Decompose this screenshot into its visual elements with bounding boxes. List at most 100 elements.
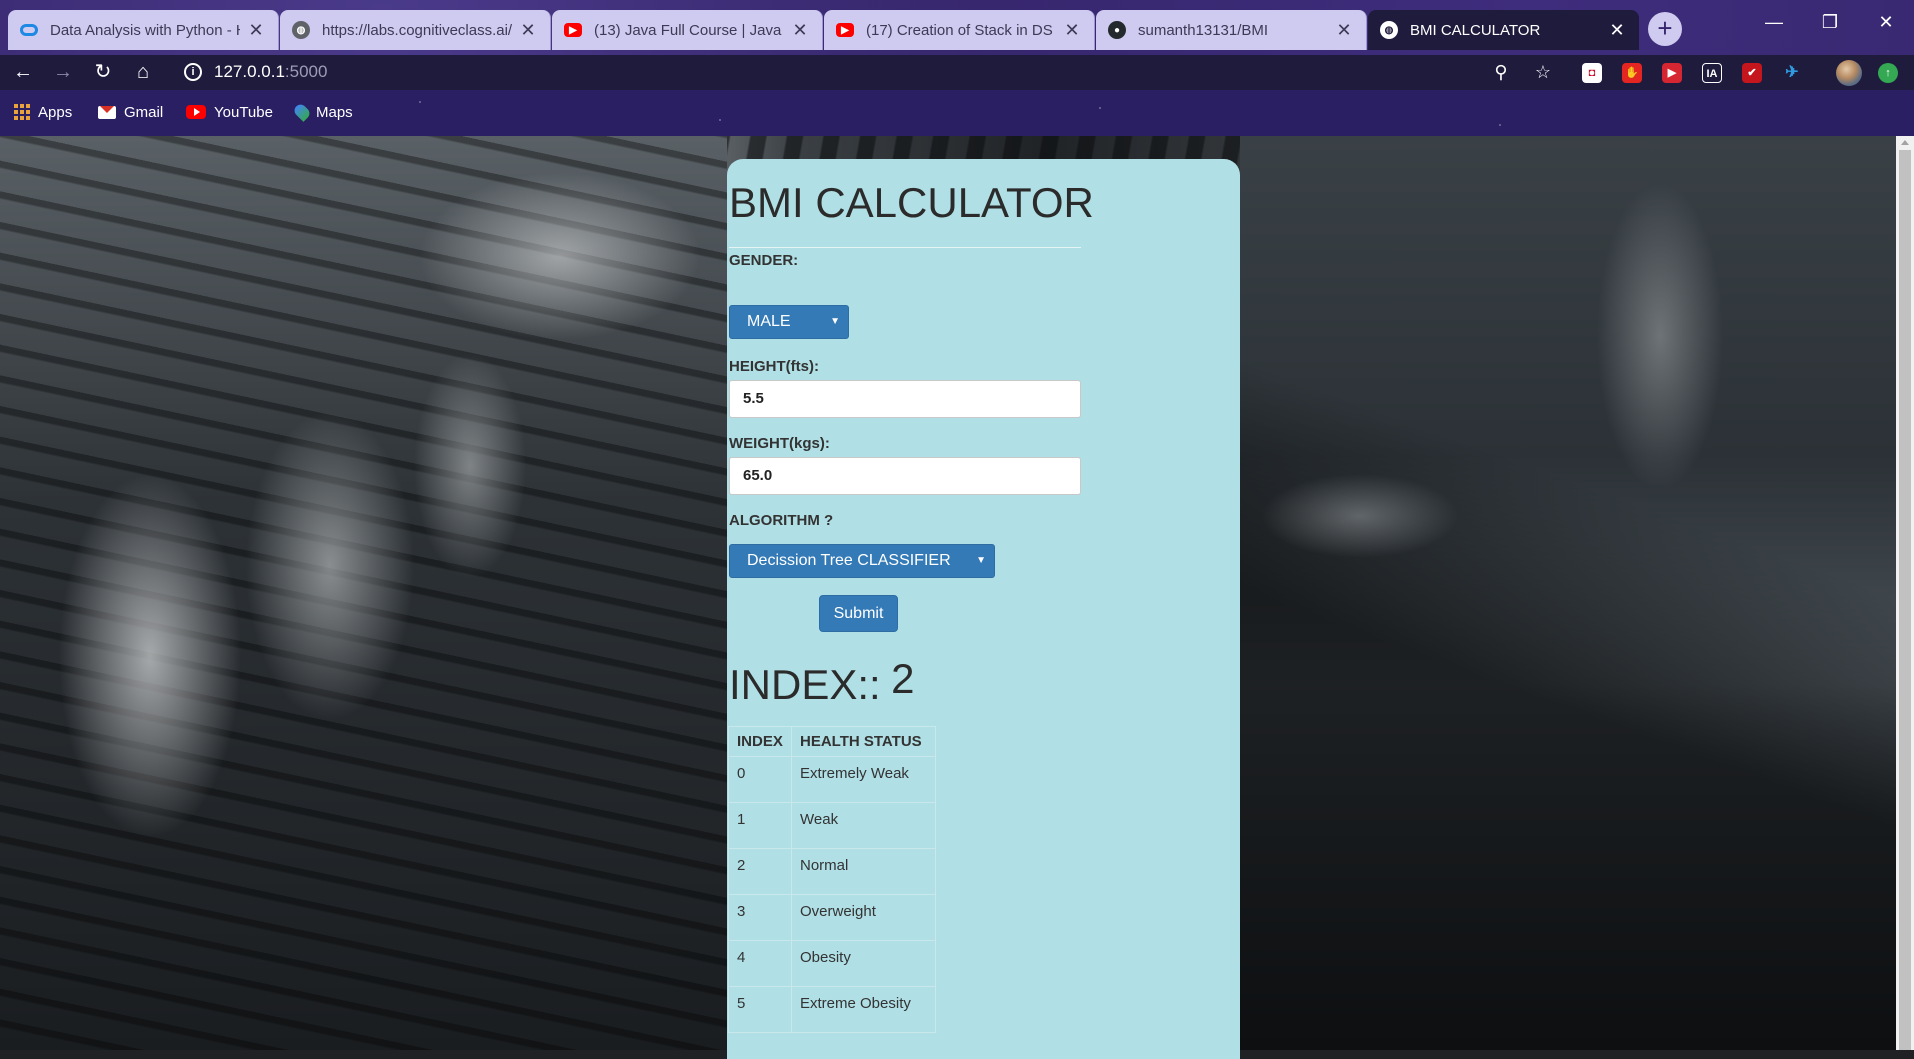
- title-divider: [729, 247, 1081, 248]
- cell-health-status: Normal: [791, 848, 936, 895]
- close-icon[interactable]: ✕: [246, 20, 266, 41]
- result-label: INDEX::: [729, 661, 881, 708]
- bookmark-star-icon[interactable]: ☆: [1532, 61, 1554, 83]
- new-tab-button[interactable]: +: [1648, 12, 1682, 46]
- site-info-icon[interactable]: i: [184, 63, 202, 81]
- algorithm-selected-value: Decission Tree CLASSIFIER: [747, 552, 951, 569]
- bookmark-label: Maps: [316, 103, 353, 121]
- tab-title: (13) Java Full Course | Java Tu: [594, 21, 784, 39]
- scroll-up-icon[interactable]: [1901, 140, 1909, 145]
- tab-bmi-calculator[interactable]: ◍ BMI CALCULATOR ✕: [1368, 10, 1639, 50]
- window-close-icon[interactable]: ✕: [1858, 0, 1914, 45]
- tab-data-analysis[interactable]: Data Analysis with Python - H ✕: [8, 10, 279, 50]
- cell-index: 5: [728, 986, 792, 1033]
- adblock-extension-icon[interactable]: ✋: [1622, 63, 1642, 83]
- column-header-index: INDEX: [728, 726, 792, 757]
- red-extension-icon[interactable]: ✔: [1742, 63, 1762, 83]
- tab-cognitiveclass-labs[interactable]: ◍ https://labs.cognitiveclass.ai/ ✕: [280, 10, 551, 50]
- bookmark-gmail[interactable]: Gmail: [98, 100, 163, 124]
- close-icon[interactable]: ✕: [790, 20, 810, 41]
- restore-icon[interactable]: ❐: [1802, 0, 1858, 45]
- minimize-icon[interactable]: —: [1746, 0, 1802, 45]
- url-port: :5000: [284, 62, 328, 81]
- youtube-icon: ▶: [836, 23, 854, 37]
- submit-button[interactable]: Submit: [819, 595, 898, 632]
- tab-title: BMI CALCULATOR: [1410, 21, 1541, 39]
- dropdown-caret-icon: ▼: [830, 316, 840, 327]
- result-value: 2: [891, 655, 915, 702]
- cell-index: 2: [728, 848, 792, 895]
- bookmark-label: YouTube: [214, 103, 273, 121]
- table-row: 1 Weak: [728, 802, 936, 849]
- maps-icon: [292, 102, 312, 122]
- table-row: 4 Obesity: [728, 940, 936, 987]
- forward-icon[interactable]: →: [48, 57, 78, 87]
- column-header-health-status: HEALTH STATUS: [791, 726, 936, 757]
- weight-label: WEIGHT(kgs):: [729, 435, 830, 452]
- dropdown-caret-icon: ▼: [976, 555, 986, 566]
- cell-index: 1: [728, 802, 792, 849]
- algorithm-label: ALGORITHM ?: [729, 512, 834, 529]
- weight-input[interactable]: 65.0: [729, 457, 1081, 495]
- ia-extension-icon[interactable]: IA: [1702, 63, 1722, 83]
- cognitiveclass-icon: [20, 24, 38, 36]
- update-icon[interactable]: ↑: [1878, 63, 1898, 83]
- health-status-table: INDEX HEALTH STATUS 0 Extremely Weak 1 W…: [728, 726, 936, 1033]
- pocket-extension-icon[interactable]: ◘: [1582, 63, 1602, 83]
- globe-icon: ◍: [1380, 21, 1398, 39]
- cell-health-status: Extremely Weak: [791, 756, 936, 803]
- gym-background-image: [0, 136, 727, 1050]
- back-icon[interactable]: ←: [8, 57, 38, 87]
- close-icon[interactable]: ✕: [1607, 20, 1627, 41]
- github-icon: ●: [1108, 21, 1126, 39]
- video-extension-icon[interactable]: ▶: [1662, 63, 1682, 83]
- gender-select[interactable]: MALE ▼: [729, 305, 849, 339]
- address-bar[interactable]: i 127.0.0.1 :5000: [184, 56, 1534, 88]
- bookmark-label: Gmail: [124, 103, 164, 121]
- gmail-icon: [98, 105, 116, 119]
- table-row: 3 Overweight: [728, 894, 936, 941]
- algorithm-select[interactable]: Decission Tree CLASSIFIER ▼: [729, 544, 995, 578]
- youtube-icon: [186, 105, 206, 119]
- bookmark-maps[interactable]: Maps: [292, 100, 353, 124]
- browser-toolbar: ← → ↻ ⌂ i 127.0.0.1 :5000 ⚲ ☆ ◘ ✋ ▶ IA ✔…: [0, 55, 1914, 90]
- tab-strip: Data Analysis with Python - H ✕ ◍ https:…: [0, 0, 1914, 55]
- reload-icon[interactable]: ↻: [88, 57, 118, 87]
- close-icon[interactable]: ✕: [1062, 20, 1082, 41]
- scrollbar-thumb[interactable]: [1899, 150, 1911, 1050]
- height-input[interactable]: 5.5: [729, 380, 1081, 418]
- home-icon[interactable]: ⌂: [128, 57, 158, 87]
- cell-health-status: Weak: [791, 802, 936, 849]
- cell-health-status: Overweight: [791, 894, 936, 941]
- tab-stack-ds[interactable]: ▶ (17) Creation of Stack in DS | ✕: [824, 10, 1095, 50]
- url-host: 127.0.0.1: [214, 62, 285, 81]
- close-icon[interactable]: ✕: [1334, 20, 1354, 41]
- bookmark-youtube[interactable]: YouTube: [186, 100, 273, 124]
- globe-icon: ◍: [292, 21, 310, 39]
- cell-index: 4: [728, 940, 792, 987]
- bookmark-label: Apps: [38, 103, 73, 121]
- cell-index: 3: [728, 894, 792, 941]
- table-row: 5 Extreme Obesity: [728, 986, 936, 1033]
- bookmark-apps[interactable]: Apps: [14, 100, 72, 124]
- profile-avatar[interactable]: [1836, 60, 1862, 86]
- gym-background-image: [1240, 136, 1896, 1050]
- blue-extension-icon[interactable]: ✈: [1782, 63, 1802, 83]
- zoom-icon[interactable]: ⚲: [1490, 61, 1512, 83]
- table-row: 0 Extremely Weak: [728, 756, 936, 803]
- close-icon[interactable]: ✕: [518, 20, 538, 41]
- bmi-form-panel: BMI CALCULATOR GENDER: MALE ▼ HEIGHT(fts…: [727, 159, 1240, 1059]
- page-scrollbar[interactable]: [1896, 136, 1914, 1050]
- youtube-icon: ▶: [564, 23, 582, 37]
- gender-label: GENDER:: [729, 252, 799, 269]
- table-row: 2 Normal: [728, 848, 936, 895]
- apps-grid-icon: [14, 104, 30, 120]
- cell-health-status: Extreme Obesity: [791, 986, 936, 1033]
- tab-java-course[interactable]: ▶ (13) Java Full Course | Java Tu ✕: [552, 10, 823, 50]
- tab-title: https://labs.cognitiveclass.ai/: [322, 21, 512, 39]
- gender-selected-value: MALE: [747, 313, 791, 330]
- result-index: INDEX:: 2: [729, 655, 915, 709]
- table-header-row: INDEX HEALTH STATUS: [728, 726, 936, 757]
- cell-health-status: Obesity: [791, 940, 936, 987]
- tab-github-bmi[interactable]: ● sumanth13131/BMI ✕: [1096, 10, 1367, 50]
